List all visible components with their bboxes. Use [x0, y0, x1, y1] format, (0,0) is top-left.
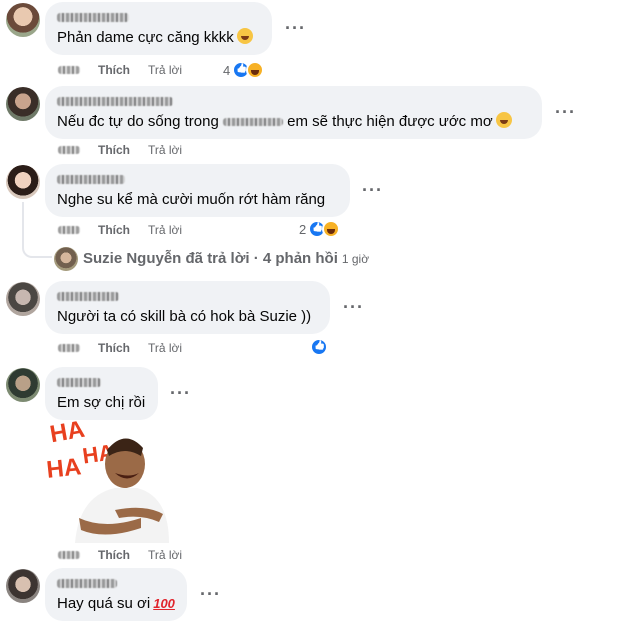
- avatar[interactable]: [54, 247, 78, 271]
- reply-button[interactable]: Trả lời: [148, 341, 182, 355]
- haha-reaction-icon: [246, 61, 265, 79]
- comment-bubble: Nếu đc tự do sống trong em sẽ thực hiện …: [45, 86, 542, 139]
- commenter-name[interactable]: [57, 289, 318, 303]
- commenter-name[interactable]: [57, 94, 530, 108]
- reply-button[interactable]: Trả lời: [148, 548, 182, 562]
- commenter-name[interactable]: [57, 172, 338, 186]
- haha-sticker: HA HA HA: [45, 418, 169, 543]
- reaction-count: 2: [299, 221, 307, 237]
- comment-text: Nếu đc tự do sống trong em sẽ thực hiện …: [57, 112, 530, 132]
- comment-actions: Thích Trả lời: [58, 142, 182, 158]
- comment-actions: Thích Trả lời: [58, 340, 182, 356]
- avatar[interactable]: [6, 368, 40, 402]
- reaction-summary[interactable]: 4: [223, 60, 265, 80]
- avatar[interactable]: [6, 3, 40, 37]
- more-options-icon[interactable]: ···: [285, 19, 306, 37]
- commenter-name[interactable]: [57, 10, 260, 24]
- rofl-emoji-icon: [236, 28, 253, 44]
- like-button[interactable]: Thích: [98, 223, 130, 237]
- reply-button[interactable]: Trả lời: [148, 223, 182, 237]
- like-button[interactable]: Thích: [98, 548, 130, 562]
- svg-text:HA: HA: [45, 453, 82, 483]
- haha-reaction-icon: [322, 220, 341, 238]
- comment-actions: Thích Trả lời: [58, 62, 182, 78]
- timestamp[interactable]: [58, 344, 80, 352]
- replies-time: 1 giờ: [341, 251, 370, 266]
- comment-text: Nghe su kể mà cười muốn rớt hàm răng: [57, 191, 326, 208]
- comment-text: Phản dame cực căng kkkk: [57, 28, 260, 48]
- replies-summary[interactable]: Suzie Nguyễn đã trả lời · 4 phản hồi: [83, 250, 338, 267]
- rofl-emoji-icon: [495, 112, 512, 128]
- commenter-name[interactable]: [57, 375, 146, 389]
- timestamp[interactable]: [58, 226, 80, 234]
- like-button[interactable]: Thích: [98, 63, 130, 77]
- comment-bubble: Em sợ chị rồi: [45, 367, 158, 420]
- timestamp[interactable]: [58, 146, 80, 154]
- hundred-points-emoji-icon: 100: [153, 596, 175, 611]
- more-options-icon[interactable]: ···: [170, 384, 191, 402]
- like-button[interactable]: Thích: [98, 341, 130, 355]
- comment-text: Người ta có skill bà có hok bà Suzie )): [57, 308, 312, 325]
- more-options-icon[interactable]: ···: [362, 181, 383, 199]
- comment-text: Em sợ chị rồi: [57, 394, 146, 411]
- avatar[interactable]: [6, 87, 40, 121]
- avatar[interactable]: [6, 569, 40, 603]
- reaction-count: 4: [223, 62, 231, 78]
- like-reaction-icon: [310, 338, 328, 356]
- more-options-icon[interactable]: ···: [555, 103, 576, 121]
- view-replies-link[interactable]: Suzie Nguyễn đã trả lời · 4 phản hồi 1 g…: [83, 250, 369, 267]
- comment-bubble: Hay quá su ơi 100: [45, 568, 187, 621]
- comment-bubble: Nghe su kể mà cười muốn rớt hàm răng: [45, 164, 350, 217]
- comment-bubble: Phản dame cực căng kkkk: [45, 2, 272, 55]
- more-options-icon[interactable]: ···: [343, 298, 364, 316]
- like-button[interactable]: Thích: [98, 143, 130, 157]
- reaction-summary[interactable]: [310, 337, 328, 357]
- comment-text: Hay quá su ơi 100: [57, 595, 175, 612]
- more-options-icon[interactable]: ···: [200, 585, 221, 603]
- timestamp[interactable]: [58, 66, 80, 74]
- commenter-name[interactable]: [57, 576, 175, 590]
- reply-button[interactable]: Trả lời: [148, 143, 182, 157]
- reply-button[interactable]: Trả lời: [148, 63, 182, 77]
- reaction-summary[interactable]: 2: [299, 219, 341, 239]
- comment-actions: Thích Trả lời: [58, 222, 182, 238]
- comment-bubble: Người ta có skill bà có hok bà Suzie )): [45, 281, 330, 334]
- comment-actions: Thích Trả lời: [58, 547, 182, 563]
- thread-connector: [22, 202, 52, 258]
- avatar[interactable]: [6, 165, 40, 199]
- avatar[interactable]: [6, 282, 40, 316]
- timestamp[interactable]: [58, 551, 80, 559]
